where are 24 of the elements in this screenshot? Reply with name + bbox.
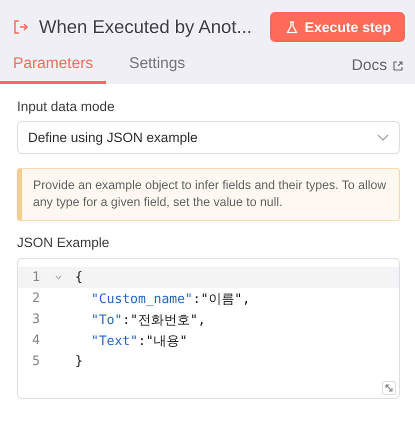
tab[interactable]: Settings [116,52,198,84]
line-number: 1 [31,270,40,285]
notice-callout: Provide an example object to infer fields and their types. To allow any type for a given field, set the value to null. [17,168,400,221]
line-number: 3 [31,312,40,327]
line-number: 2 [31,291,40,306]
field-label: JSON Example [17,235,110,250]
code-line: "Custom_name":"이름", [90,290,250,308]
docs-link[interactable]: Docs [352,57,415,84]
code-line: "Text":"내용" [90,332,188,350]
exit-icon [13,19,29,35]
code-line: { [74,270,83,285]
code-line: "To":"전화번호", [90,312,206,328]
code-editor[interactable]: 1 { 2 "Custom_name":"이름", 3 "To":"전화번호", 4 "Text":"내용" 5 } [17,258,400,399]
line-number: 5 [31,354,40,369]
execute-step-button[interactable]: Execute step [270,12,405,42]
field-label: Input data mode [17,99,116,114]
input-mode-dropdown[interactable]: Define using JSON example [17,121,400,154]
code-line: } [74,354,83,369]
external-link-icon [393,61,403,71]
line-number: 4 [31,333,40,348]
chevron-down-icon [377,134,389,142]
flask-icon [286,20,298,34]
node-title: When Executed by Anot... [39,16,253,38]
expand-icon[interactable] [382,381,396,395]
